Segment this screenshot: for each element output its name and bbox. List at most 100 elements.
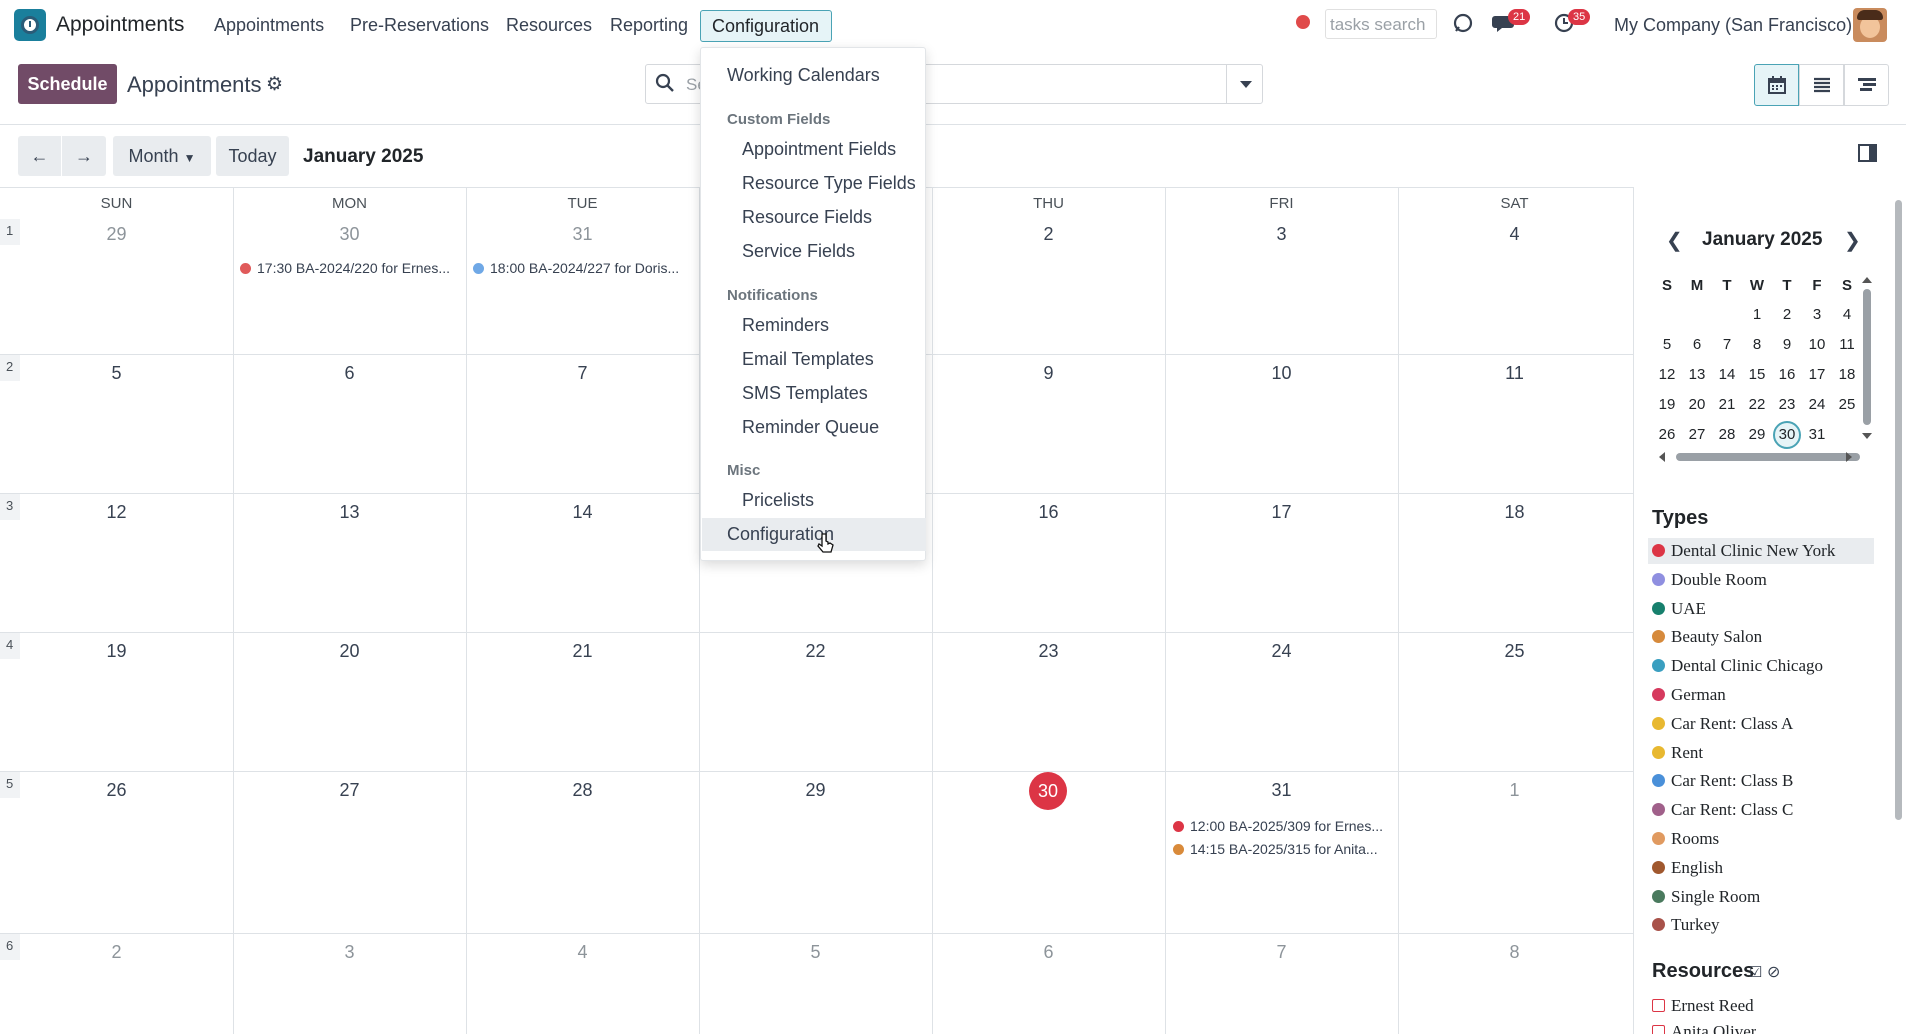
next-button[interactable]: →: [62, 136, 106, 176]
type-filter-item[interactable]: Car Rent: Class A: [1652, 714, 1793, 734]
mini-day[interactable]: 12: [1652, 366, 1682, 383]
sidebar-toggle-icon[interactable]: [1858, 144, 1877, 162]
calendar-event[interactable]: 12:00 BA-2025/309 for Ernes...: [1173, 818, 1383, 834]
day-number[interactable]: 2: [932, 224, 1165, 245]
day-number[interactable]: 3: [233, 942, 466, 963]
mini-day[interactable]: 26: [1652, 426, 1682, 443]
day-number[interactable]: 17: [1165, 502, 1398, 523]
type-filter-item[interactable]: Beauty Salon: [1652, 627, 1762, 647]
company-switcher[interactable]: My Company (San Francisco): [1614, 15, 1852, 36]
day-number[interactable]: 7: [1165, 942, 1398, 963]
nav-reporting[interactable]: Reporting: [610, 15, 688, 36]
mini-day[interactable]: 17: [1802, 366, 1832, 383]
mini-prev-icon[interactable]: ❮: [1666, 228, 1683, 253]
app-brand[interactable]: Appointments: [56, 13, 184, 37]
resource-checkbox-icon[interactable]: [1652, 999, 1665, 1012]
calendar-event[interactable]: 18:00 BA-2024/227 for Doris...: [473, 260, 679, 276]
type-filter-item[interactable]: Dental Clinic Chicago: [1652, 656, 1823, 676]
type-filter-item[interactable]: Single Room: [1652, 887, 1760, 907]
mini-day[interactable]: 29: [1742, 426, 1772, 443]
mini-day[interactable]: 8: [1742, 336, 1772, 353]
day-number[interactable]: 5: [699, 942, 932, 963]
mini-day[interactable]: 25: [1832, 396, 1862, 413]
day-number[interactable]: 18: [1398, 502, 1631, 523]
day-number[interactable]: 6: [932, 942, 1165, 963]
select-all-icon[interactable]: ☑: [1749, 963, 1762, 981]
nav-resources[interactable]: Resources: [506, 15, 592, 36]
mini-day[interactable]: 21: [1712, 396, 1742, 413]
scale-dropdown[interactable]: Month ▼: [113, 136, 211, 176]
calendar-view-button[interactable]: [1754, 64, 1799, 106]
day-number[interactable]: 12: [0, 502, 233, 523]
menu-appointment-fields[interactable]: Appointment Fields: [742, 139, 896, 160]
day-number[interactable]: 9: [932, 363, 1165, 384]
mini-day[interactable]: 11: [1832, 336, 1862, 353]
scroll-up-icon[interactable]: [1862, 277, 1872, 283]
mini-day[interactable]: 7: [1712, 336, 1742, 353]
day-number[interactable]: 5: [0, 363, 233, 384]
schedule-button[interactable]: Schedule: [18, 64, 117, 104]
mini-day[interactable]: 27: [1682, 426, 1712, 443]
day-number[interactable]: 2: [0, 942, 233, 963]
scroll-right-icon[interactable]: [1846, 452, 1852, 462]
day-number[interactable]: 4: [466, 942, 699, 963]
scroll-left-icon[interactable]: [1659, 452, 1665, 462]
search-options-toggle[interactable]: [1226, 64, 1263, 104]
day-number[interactable]: 3: [1165, 224, 1398, 245]
mini-day[interactable]: 1: [1742, 306, 1772, 323]
mini-day[interactable]: 28: [1712, 426, 1742, 443]
today-date-circle[interactable]: 30: [1029, 772, 1067, 810]
type-filter-item[interactable]: Rooms: [1652, 829, 1719, 849]
type-filter-item[interactable]: German: [1652, 685, 1726, 705]
day-number[interactable]: 6: [233, 363, 466, 384]
gear-icon[interactable]: ⚙: [266, 73, 283, 96]
day-number[interactable]: 1: [1398, 780, 1631, 801]
day-number[interactable]: 13: [233, 502, 466, 523]
type-filter-item[interactable]: Rent: [1652, 743, 1703, 763]
day-number[interactable]: 8: [1398, 942, 1631, 963]
mini-vertical-scrollbar[interactable]: [1863, 289, 1871, 425]
mini-day[interactable]: 13: [1682, 366, 1712, 383]
today-button[interactable]: Today: [216, 136, 289, 176]
scroll-down-icon[interactable]: [1862, 433, 1872, 439]
resource-item[interactable]: Ernest Reed: [1652, 996, 1754, 1016]
type-filter-item[interactable]: Car Rent: Class B: [1652, 771, 1793, 791]
resource-checkbox-icon[interactable]: [1652, 1025, 1665, 1034]
nav-configuration[interactable]: Configuration: [700, 10, 832, 42]
type-filter-item[interactable]: Double Room: [1652, 570, 1767, 590]
tasks-search-input[interactable]: tasks search: [1325, 9, 1437, 39]
day-number[interactable]: 10: [1165, 363, 1398, 384]
mini-horizontal-scrollbar[interactable]: [1676, 453, 1860, 461]
type-filter-item[interactable]: Car Rent: Class C: [1652, 800, 1793, 820]
calendar-event[interactable]: 14:15 BA-2025/315 for Anita...: [1173, 841, 1378, 857]
mini-day[interactable]: 30: [1772, 426, 1802, 443]
resource-item[interactable]: Anita Oliver: [1652, 1022, 1756, 1034]
mini-day[interactable]: 18: [1832, 366, 1862, 383]
mini-next-icon[interactable]: ❯: [1844, 228, 1861, 253]
recording-dot-icon[interactable]: [1296, 15, 1310, 29]
mini-day[interactable]: 16: [1772, 366, 1802, 383]
day-number[interactable]: 11: [1398, 363, 1631, 384]
mini-day[interactable]: 10: [1802, 336, 1832, 353]
day-number[interactable]: 14: [466, 502, 699, 523]
list-view-button[interactable]: [1799, 64, 1844, 106]
mini-day[interactable]: 23: [1772, 396, 1802, 413]
menu-pricelists[interactable]: Pricelists: [742, 490, 814, 511]
day-number[interactable]: 29: [699, 780, 932, 801]
day-number[interactable]: 31: [1165, 780, 1398, 801]
menu-email-templates[interactable]: Email Templates: [742, 349, 874, 370]
menu-resource-type-fields[interactable]: Resource Type Fields: [742, 173, 916, 194]
mini-day[interactable]: 2: [1772, 306, 1802, 323]
day-number[interactable]: 23: [932, 641, 1165, 662]
day-number[interactable]: 28: [466, 780, 699, 801]
mini-day[interactable]: 5: [1652, 336, 1682, 353]
menu-resource-fields[interactable]: Resource Fields: [742, 207, 872, 228]
day-number[interactable]: 22: [699, 641, 932, 662]
day-number[interactable]: 21: [466, 641, 699, 662]
day-number[interactable]: 20: [233, 641, 466, 662]
day-number[interactable]: 16: [932, 502, 1165, 523]
mini-day[interactable]: 4: [1832, 306, 1862, 323]
gantt-view-button[interactable]: [1844, 64, 1889, 106]
menu-service-fields[interactable]: Service Fields: [742, 241, 855, 262]
mini-day[interactable]: 6: [1682, 336, 1712, 353]
